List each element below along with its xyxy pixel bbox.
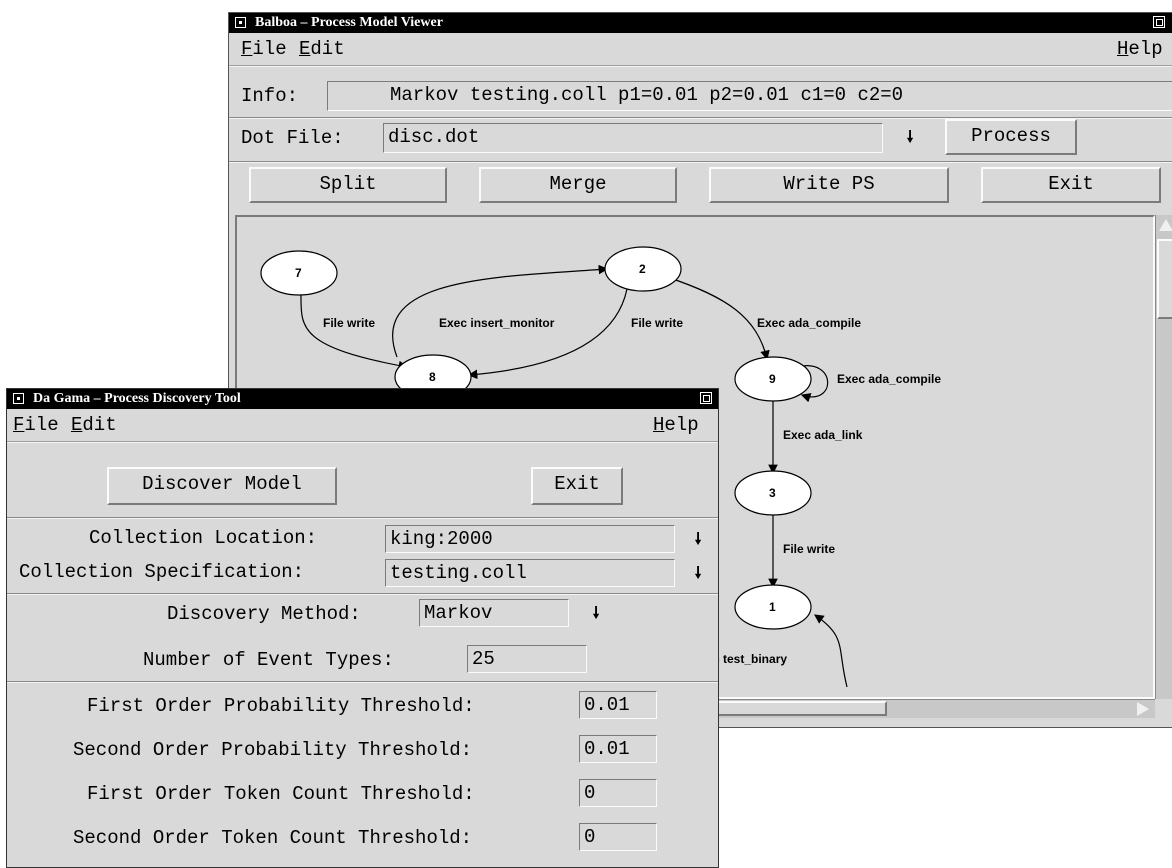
vertical-scrollbar[interactable] <box>1155 215 1172 699</box>
node-7-label: 7 <box>295 266 302 280</box>
num-event-types-label: Number of Event Types: <box>143 649 394 671</box>
dotfile-input[interactable]: disc.dot <box>383 123 883 153</box>
edge-label-7-8: File write <box>323 316 375 330</box>
edge-label-3-1: File write <box>783 542 835 556</box>
dagama-window: Da Gama – Process Discovery Tool File Ed… <box>6 388 719 868</box>
menu-help[interactable]: Help <box>1117 33 1163 65</box>
menu-edit[interactable]: Edit <box>71 409 117 441</box>
collection-spec-dropdown-icon[interactable]: 🠗 <box>691 563 705 583</box>
maximize-icon[interactable] <box>700 392 712 404</box>
vertical-scroll-thumb[interactable] <box>1157 239 1172 319</box>
menu-file[interactable]: File <box>13 409 59 441</box>
num-event-types-input[interactable]: 25 <box>467 645 587 673</box>
edge-label-2-8: File write <box>631 316 683 330</box>
merge-button[interactable]: Merge <box>479 167 677 203</box>
first-prob-label: First Order Probability Threshold: <box>87 695 475 717</box>
edge-label-9-3: Exec ada_link <box>783 428 863 442</box>
edge-label-2-9: Exec ada_compile <box>757 316 861 330</box>
edge-2-8 <box>467 288 628 380</box>
info-label: Info: <box>241 85 299 107</box>
second-prob-input[interactable]: 0.01 <box>579 735 657 763</box>
dotfile-label: Dot File: <box>241 127 344 149</box>
dagama-titlebar[interactable]: Da Gama – Process Discovery Tool <box>7 389 718 409</box>
dagama-title: Da Gama – Process Discovery Tool <box>33 391 241 406</box>
window-menu-icon[interactable] <box>235 17 246 28</box>
menu-file[interactable]: File <box>241 33 287 65</box>
dagama-menubar: File Edit Help <box>7 409 718 443</box>
second-token-label: Second Order Token Count Threshold: <box>73 827 473 849</box>
write-ps-button[interactable]: Write PS <box>709 167 949 203</box>
node-2-label: 2 <box>639 262 646 276</box>
process-button[interactable]: Process <box>945 119 1077 155</box>
collection-location-input[interactable]: king:2000 <box>385 525 675 553</box>
first-token-input[interactable]: 0 <box>579 779 657 807</box>
first-prob-input[interactable]: 0.01 <box>579 691 657 719</box>
balboa-title: Balboa – Process Model Viewer <box>255 15 443 30</box>
maximize-icon[interactable] <box>1153 16 1165 28</box>
first-token-label: First Order Token Count Threshold: <box>87 783 475 805</box>
edge-7-8 <box>300 292 409 371</box>
menu-edit[interactable]: Edit <box>299 33 345 65</box>
exit-button[interactable]: Exit <box>981 167 1161 203</box>
node-1-label: 1 <box>769 600 776 614</box>
discovery-method-dropdown-icon[interactable]: 🠗 <box>589 603 603 623</box>
node-8-label: 8 <box>429 370 436 384</box>
collection-location-label: Collection Location: <box>89 527 318 549</box>
collection-spec-input[interactable]: testing.coll <box>385 559 675 587</box>
dotfile-dropdown-icon[interactable]: 🠗 <box>903 127 917 147</box>
edge-label-8-2: Exec insert_monitor <box>439 316 555 330</box>
edge-label-x-1: c test_binary <box>713 652 787 666</box>
discovery-method-input[interactable]: Markov <box>419 599 569 627</box>
collection-spec-label: Collection Specification: <box>19 561 305 583</box>
node-9-label: 9 <box>769 372 776 386</box>
exit-button[interactable]: Exit <box>531 467 623 505</box>
balboa-menubar: File Edit Help <box>229 33 1172 67</box>
collection-location-dropdown-icon[interactable]: 🠗 <box>691 529 705 549</box>
edge-x-1 <box>814 614 848 688</box>
second-prob-label: Second Order Probability Threshold: <box>73 739 473 761</box>
discover-model-button[interactable]: Discover Model <box>107 467 337 505</box>
window-menu-icon[interactable] <box>13 393 24 404</box>
scroll-up-icon[interactable] <box>1159 219 1172 231</box>
menu-help[interactable]: Help <box>653 409 699 441</box>
scroll-right-icon[interactable] <box>1137 702 1149 716</box>
node-3-label: 3 <box>769 486 776 500</box>
info-field: Markov testing.coll p1=0.01 p2=0.01 c1=0… <box>327 81 1172 111</box>
discovery-method-label: Discovery Method: <box>167 603 361 625</box>
balboa-titlebar[interactable]: Balboa – Process Model Viewer <box>229 13 1172 33</box>
edge-8-2 <box>392 264 609 358</box>
edge-label-9-9: Exec ada_compile <box>837 372 941 386</box>
second-token-input[interactable]: 0 <box>579 823 657 851</box>
split-button[interactable]: Split <box>249 167 447 203</box>
